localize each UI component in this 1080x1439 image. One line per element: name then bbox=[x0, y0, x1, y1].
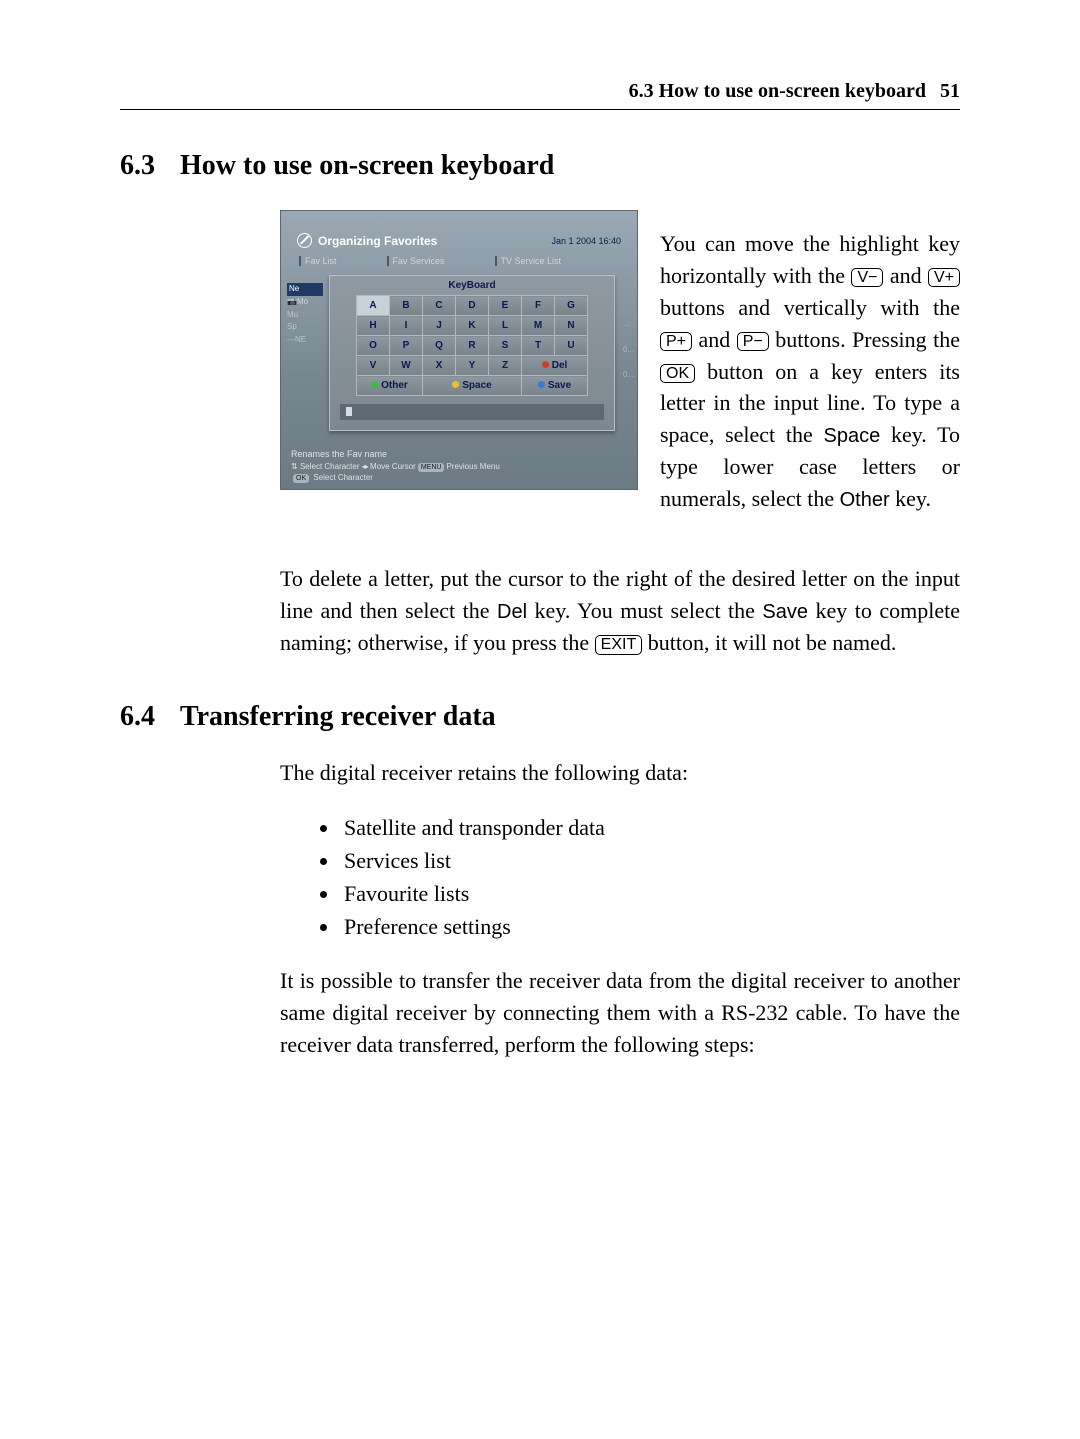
section-heading-6-3: 6.3 How to use on-screen keyboard bbox=[120, 150, 960, 182]
osd-key[interactable]: W bbox=[390, 356, 423, 376]
osd-timestamp: Jan 1 2004 16:40 bbox=[551, 236, 621, 246]
running-header-title: 6.3 How to use on-screen keyboard bbox=[629, 80, 926, 103]
osd-key[interactable]: T bbox=[522, 336, 555, 356]
osd-key[interactable]: X bbox=[423, 356, 456, 376]
osd-key[interactable]: M bbox=[522, 316, 555, 336]
bullet-list: Satellite and transponder data Services … bbox=[280, 811, 960, 943]
softkey-space: Space bbox=[824, 425, 881, 447]
section-heading-6-4: 6.4 Transferring receiver data bbox=[120, 701, 960, 733]
osd-key[interactable]: Q bbox=[423, 336, 456, 356]
softkey-save: Save bbox=[762, 601, 808, 623]
section-number: 6.3 bbox=[120, 150, 180, 182]
osd-left-list: Ne 📷Mo Mu Sp ---NE bbox=[287, 283, 323, 347]
manual-page: 6.3 How to use on-screen keyboard 51 6.3… bbox=[0, 0, 1080, 1439]
text-cursor bbox=[346, 407, 352, 416]
key-v-plus: V+ bbox=[928, 268, 960, 288]
osd-key[interactable]: F bbox=[522, 296, 555, 316]
softkey-other: Other bbox=[840, 489, 890, 511]
running-header: 6.3 How to use on-screen keyboard 51 bbox=[120, 80, 960, 110]
osd-key[interactable]: J bbox=[423, 316, 456, 336]
osd-tabs: Fav List Fav Services TV Service List bbox=[281, 254, 637, 266]
osd-key[interactable]: L bbox=[489, 316, 522, 336]
paragraph: To delete a letter, put the cursor to th… bbox=[280, 563, 960, 659]
osd-key[interactable]: B bbox=[390, 296, 423, 316]
ok-pill: OK bbox=[293, 474, 309, 483]
osd-key[interactable]: D bbox=[456, 296, 489, 316]
osd-key[interactable]: A bbox=[357, 296, 390, 316]
page-number: 51 bbox=[940, 80, 960, 103]
updown-icon: ⇅ bbox=[291, 462, 298, 471]
osd-keyboard-panel: KeyBoard A B C D E F G H bbox=[329, 275, 615, 431]
paragraph: The digital receiver retains the followi… bbox=[280, 757, 960, 789]
key-ok: OK bbox=[660, 364, 695, 384]
osd-key[interactable]: Y bbox=[456, 356, 489, 376]
section-title: How to use on-screen keyboard bbox=[180, 150, 554, 182]
osd-key[interactable]: O bbox=[357, 336, 390, 356]
list-item: Satellite and transponder data bbox=[340, 811, 960, 844]
osd-key[interactable]: E bbox=[489, 296, 522, 316]
list-item: Favourite lists bbox=[340, 877, 960, 910]
osd-key[interactable]: N bbox=[555, 316, 588, 336]
osd-key[interactable]: G bbox=[555, 296, 588, 316]
key-v-minus: V− bbox=[851, 268, 883, 288]
menu-pill: MENU bbox=[418, 463, 445, 472]
key-p-plus: P+ bbox=[660, 332, 692, 352]
prohibit-icon bbox=[297, 233, 312, 248]
osd-key[interactable]: Z bbox=[489, 356, 522, 376]
osd-key[interactable]: V bbox=[357, 356, 390, 376]
osd-key[interactable]: K bbox=[456, 316, 489, 336]
list-item: Services list bbox=[340, 844, 960, 877]
osd-tab: Fav List bbox=[299, 256, 337, 266]
key-p-minus: P− bbox=[737, 332, 769, 352]
osd-key[interactable]: R bbox=[456, 336, 489, 356]
osd-key-space[interactable]: Space bbox=[423, 376, 522, 396]
osd-help-bar: ⇅ Select Character ◂▸ Move CursorMENUPre… bbox=[291, 462, 627, 483]
osd-input-line[interactable] bbox=[340, 404, 604, 420]
leftright-icon: ◂▸ bbox=[362, 462, 368, 471]
key-exit: EXIT bbox=[595, 635, 643, 655]
osd-tab: Fav Services bbox=[387, 256, 445, 266]
screenshot-figure: Organizing Favorites Jan 1 2004 16:40 Fa… bbox=[280, 210, 640, 490]
osd-keyboard-title: KeyBoard bbox=[330, 276, 614, 295]
osd-key-del[interactable]: Del bbox=[522, 356, 588, 376]
section-title: Transferring receiver data bbox=[180, 701, 496, 733]
osd-key[interactable]: U bbox=[555, 336, 588, 356]
osd-key[interactable]: H bbox=[357, 316, 390, 336]
softkey-del: Del bbox=[497, 601, 527, 623]
osd-key[interactable]: S bbox=[489, 336, 522, 356]
osd-key[interactable]: P bbox=[390, 336, 423, 356]
osd-right-list: ... 0... 0... bbox=[623, 311, 637, 388]
osd-tab: TV Service List bbox=[495, 256, 562, 266]
osd-key[interactable]: C bbox=[423, 296, 456, 316]
osd-key-save[interactable]: Save bbox=[522, 376, 588, 396]
osd-keyboard-grid: A B C D E F G H I J K bbox=[356, 295, 588, 396]
osd-status-text: Renames the Fav name bbox=[291, 449, 387, 459]
osd-window-title: Organizing Favorites bbox=[318, 234, 437, 248]
osd-key[interactable]: I bbox=[390, 316, 423, 336]
list-item: Preference settings bbox=[340, 910, 960, 943]
section-number: 6.4 bbox=[120, 701, 180, 733]
paragraph: It is possible to transfer the receiver … bbox=[280, 965, 960, 1061]
tv-screenshot: Organizing Favorites Jan 1 2004 16:40 Fa… bbox=[280, 210, 638, 490]
osd-key-other[interactable]: Other bbox=[357, 376, 423, 396]
